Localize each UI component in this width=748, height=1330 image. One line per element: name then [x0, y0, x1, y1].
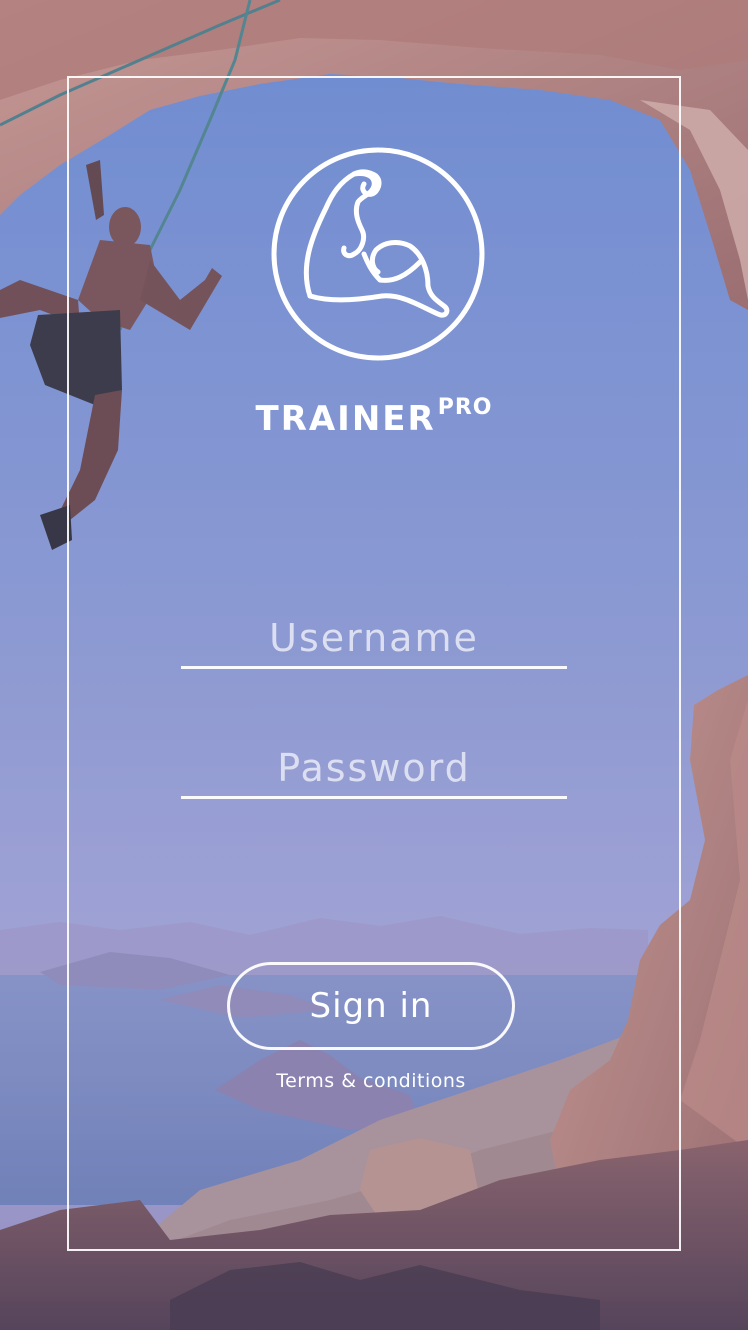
- sign-in-button[interactable]: Sign in: [227, 962, 515, 1050]
- brand-title: TRAINERPRO: [0, 394, 748, 449]
- terms-link[interactable]: Terms & conditions: [0, 1070, 742, 1092]
- password-input[interactable]: [181, 740, 567, 796]
- password-field: [181, 740, 567, 799]
- username-field: [181, 610, 567, 669]
- flexed-biceps-icon: [271, 147, 485, 361]
- brand-superscript: PRO: [437, 395, 493, 420]
- login-screen: TRAINERPRO Sign in Terms & conditions: [0, 0, 748, 1330]
- brand-name: TRAINER: [255, 399, 436, 439]
- username-input[interactable]: [181, 610, 567, 666]
